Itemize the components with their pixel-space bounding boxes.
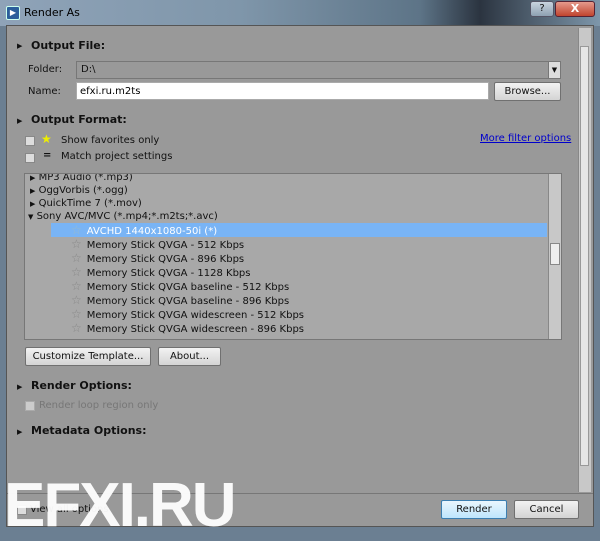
- expand-icon[interactable]: ▶: [30, 174, 35, 182]
- close-button[interactable]: X: [555, 1, 595, 17]
- favorite-star-icon[interactable]: ☆: [71, 293, 82, 307]
- folder-combo[interactable]: D:\ ▼: [76, 61, 561, 79]
- format-item[interactable]: ▶ QuickTime 7 (*.mov): [30, 197, 142, 211]
- customize-template-button[interactable]: Customize Template...: [25, 347, 151, 366]
- favorite-star-icon[interactable]: ☆: [71, 223, 82, 237]
- render-loop-checkbox[interactable]: [25, 401, 35, 411]
- format-item[interactable]: ▼ Sony AVC/MVC (*.mp4;*.m2ts;*.avc): [28, 210, 218, 224]
- help-button[interactable]: ?: [530, 1, 554, 17]
- format-item[interactable]: ▶ OggVorbis (*.ogg): [30, 184, 128, 198]
- show-favorites-checkbox[interactable]: [25, 136, 35, 146]
- render-loop-label: Render loop region only: [39, 400, 159, 411]
- about-button[interactable]: About...: [158, 347, 221, 366]
- output-file-header: Output File:: [31, 39, 106, 52]
- cancel-button[interactable]: Cancel: [514, 500, 579, 519]
- folder-label: Folder:: [28, 64, 63, 75]
- expand-output-format-icon[interactable]: ▶: [17, 117, 22, 125]
- dialog-scrollbar-thumb[interactable]: [580, 46, 589, 466]
- metadata-options-header: Metadata Options:: [31, 424, 147, 437]
- expand-icon[interactable]: ▶: [30, 200, 35, 208]
- name-label: Name:: [28, 86, 61, 97]
- render-button[interactable]: Render: [441, 500, 507, 519]
- show-favorites-label: Show favorites only: [61, 135, 160, 146]
- favorite-star-icon[interactable]: ☆: [71, 265, 82, 279]
- expand-output-file-icon[interactable]: ▶: [17, 42, 22, 50]
- title-bar[interactable]: [0, 0, 600, 26]
- expand-render-options-icon[interactable]: ▶: [17, 383, 22, 391]
- render-options-header: Render Options:: [31, 379, 132, 392]
- favorite-star-icon[interactable]: ☆: [71, 237, 82, 251]
- list-scrollbar[interactable]: [548, 174, 561, 339]
- folder-value: D:\: [81, 64, 96, 75]
- template-item[interactable]: ☆ Memory Stick QVGA - 1128 Kbps: [71, 265, 251, 279]
- app-icon: ▶: [6, 6, 20, 20]
- expand-metadata-options-icon[interactable]: ▶: [17, 428, 22, 436]
- template-list[interactable]: ▶ MP3 Audio (*.mp3) ▶ OggVorbis (*.ogg) …: [24, 173, 562, 340]
- collapse-icon[interactable]: ▼: [28, 213, 33, 221]
- favorite-star-icon[interactable]: ☆: [71, 321, 82, 335]
- favorite-star-icon[interactable]: ☆: [71, 307, 82, 321]
- equals-icon: =: [43, 150, 52, 161]
- output-format-header: Output Format:: [31, 113, 127, 126]
- watermark: EFXI.RU: [4, 471, 237, 540]
- more-filter-options-link[interactable]: More filter options: [480, 133, 571, 144]
- window-title: Render As: [24, 6, 80, 19]
- template-item[interactable]: ☆ Memory Stick QVGA baseline - 896 Kbps: [71, 293, 289, 307]
- template-item[interactable]: ☆ Memory Stick QVGA widescreen - 512 Kbps: [71, 307, 304, 321]
- match-project-checkbox[interactable]: [25, 153, 35, 163]
- favorite-star-icon[interactable]: ☆: [71, 251, 82, 265]
- favorite-star-icon[interactable]: ☆: [71, 279, 82, 293]
- name-input[interactable]: [76, 82, 489, 100]
- template-item[interactable]: ☆ Memory Stick QVGA baseline - 512 Kbps: [71, 279, 289, 293]
- template-item[interactable]: ☆ Memory Stick QVGA widescreen - 896 Kbps: [71, 321, 304, 335]
- list-scrollbar-thumb[interactable]: [550, 243, 560, 265]
- match-project-label: Match project settings: [61, 151, 173, 162]
- template-item[interactable]: ☆ Memory Stick QVGA - 512 Kbps: [71, 237, 244, 251]
- template-item[interactable]: ☆ Memory Stick QVGA - 896 Kbps: [71, 251, 244, 265]
- template-item-selected[interactable]: ☆ AVCHD 1440x1080-50i (*): [51, 223, 547, 237]
- star-icon: ★: [41, 132, 52, 146]
- chevron-down-icon[interactable]: ▼: [548, 62, 560, 78]
- browse-button[interactable]: Browse...: [494, 82, 561, 101]
- expand-icon[interactable]: ▶: [30, 187, 35, 195]
